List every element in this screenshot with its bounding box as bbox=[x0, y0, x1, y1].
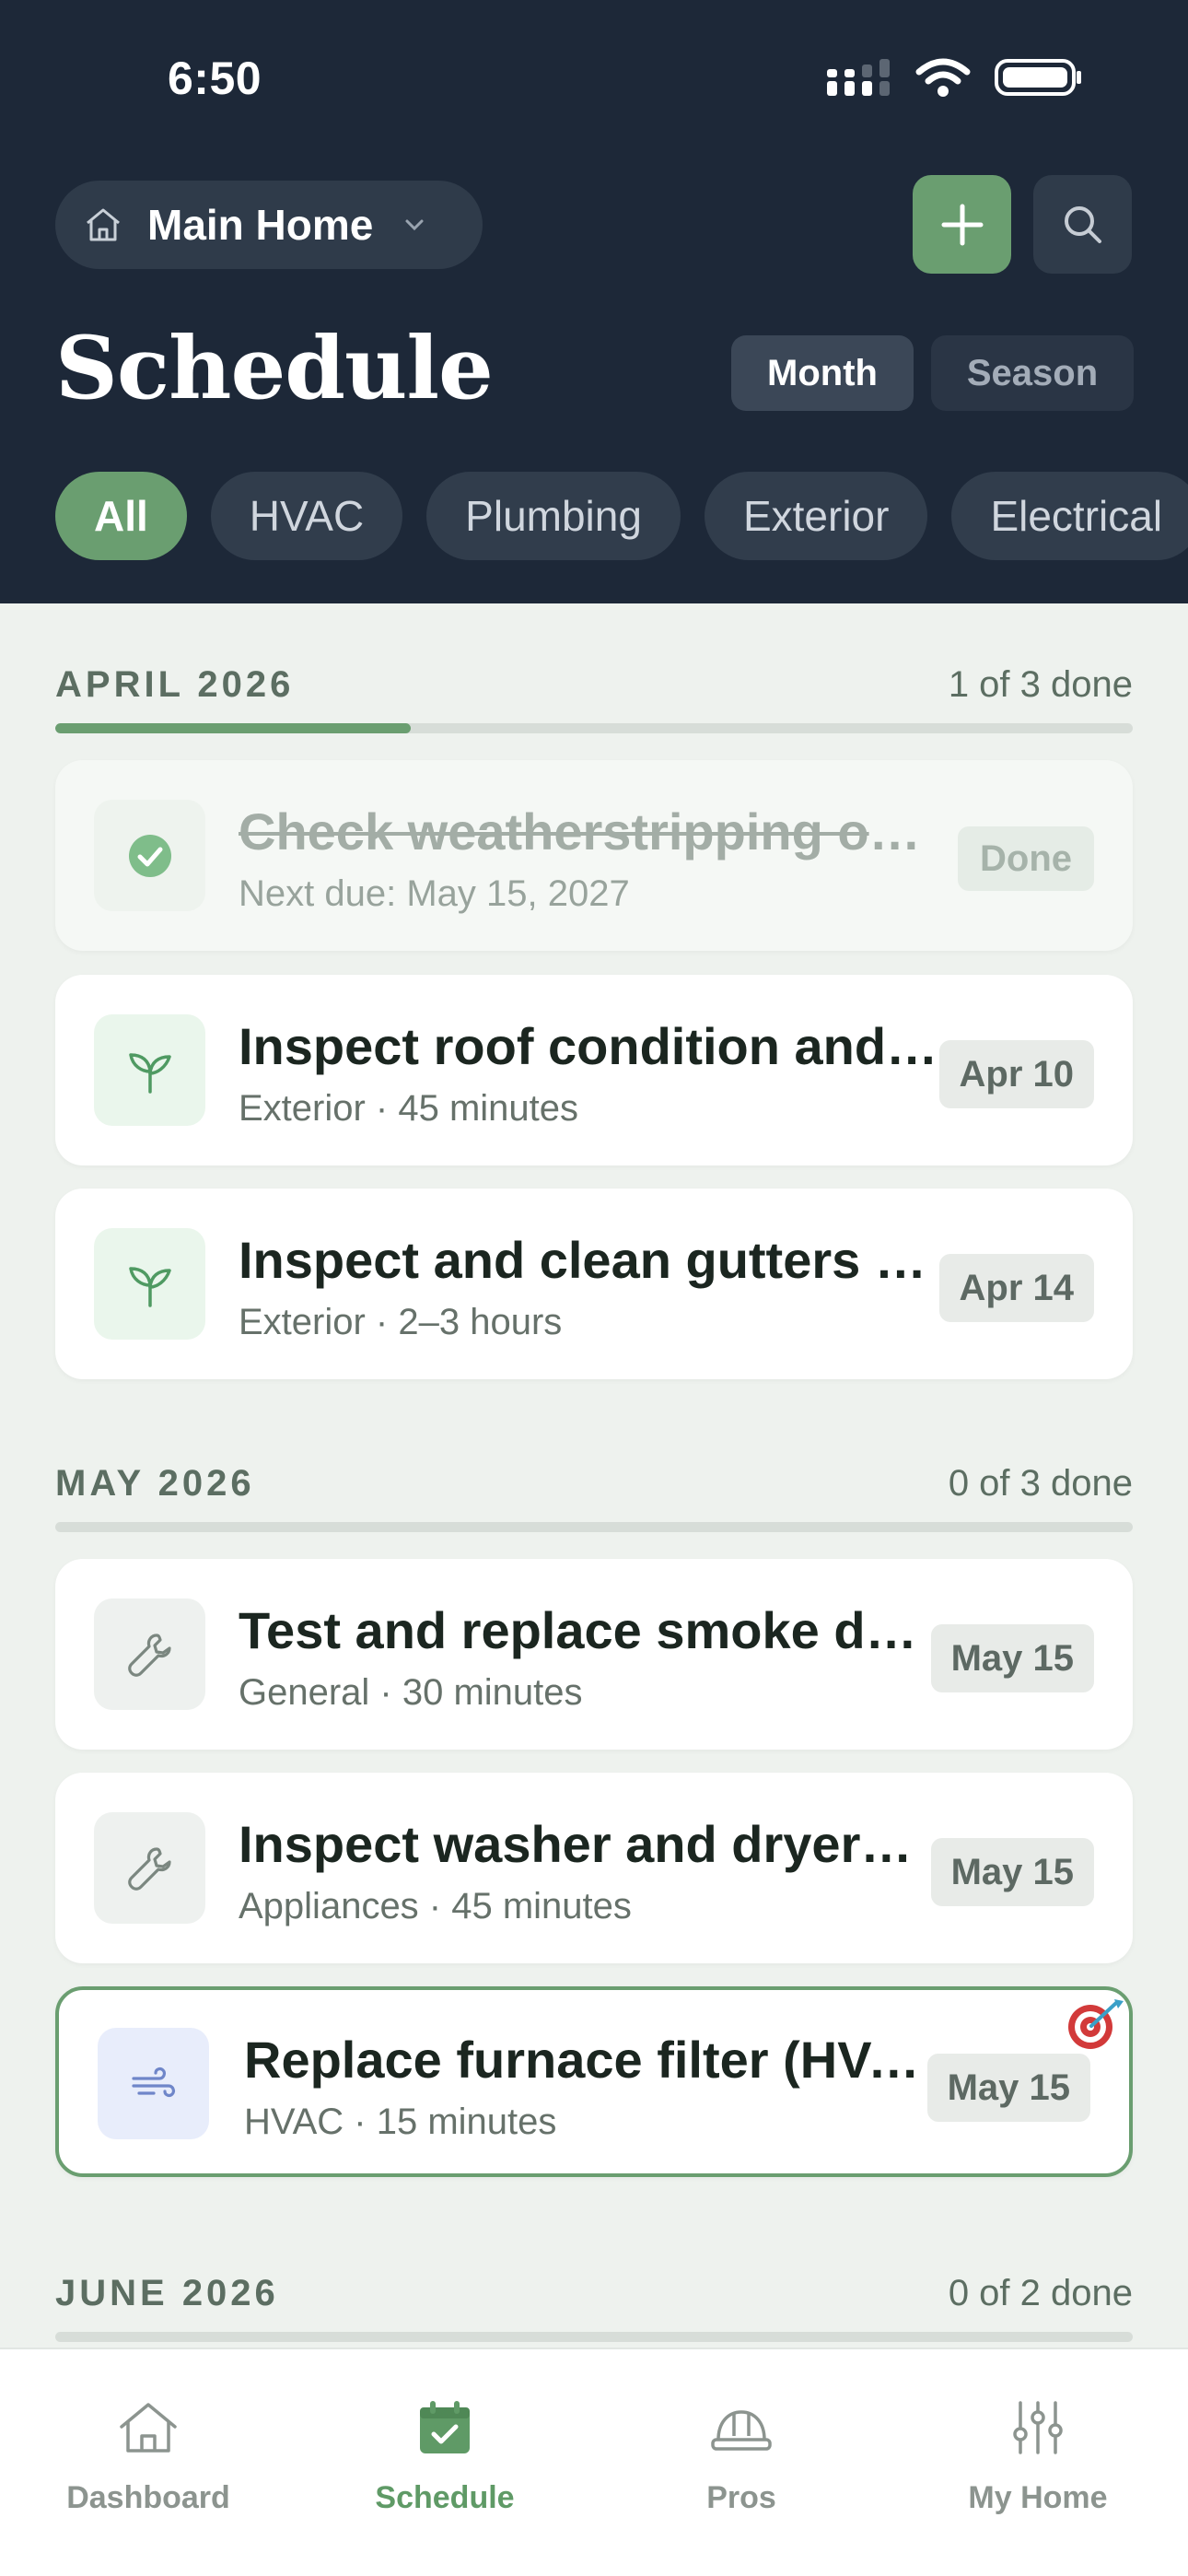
toggle-season[interactable]: Season bbox=[931, 335, 1134, 411]
section-progress-bar bbox=[55, 2332, 1133, 2342]
task-meta: Exterior · 45 minutes bbox=[239, 1088, 579, 1129]
app-header: 6:50 Main Home Schedule Month Season All… bbox=[0, 0, 1188, 603]
toggle-month[interactable]: Month bbox=[731, 335, 914, 411]
section-month-label: MAY 2026 bbox=[55, 1462, 255, 1504]
task-card[interactable]: Inspect roof condition and flashing Exte… bbox=[55, 975, 1133, 1165]
hard-hat-icon bbox=[711, 2410, 772, 2451]
task-category-tile bbox=[94, 1228, 205, 1340]
task-title: Replace furnace filter (HVAC) bbox=[244, 2031, 926, 2089]
search-icon bbox=[1064, 205, 1101, 243]
due-date-badge: May 15 bbox=[926, 2054, 1090, 2122]
task-category-tile bbox=[94, 800, 205, 911]
home-picker-label: Main Home bbox=[147, 201, 374, 249]
tab-label: Schedule bbox=[375, 2480, 515, 2515]
search-button[interactable] bbox=[1033, 175, 1132, 274]
task-title: Inspect washer and dryer hoses bbox=[239, 1815, 920, 1873]
tab-label: Dashboard bbox=[66, 2480, 230, 2515]
task-card[interactable]: Inspect washer and dryer hoses Appliance… bbox=[55, 1773, 1133, 1963]
month-section-april: APRIL 2026 1 of 3 done bbox=[55, 657, 1133, 733]
section-month-label: JUNE 2026 bbox=[55, 2272, 279, 2313]
task-title: Inspect roof condition and flashing bbox=[239, 1017, 938, 1075]
task-card[interactable]: Check weatherstripping on doors and wind… bbox=[55, 760, 1133, 951]
category-filter-chips: All HVAC Plumbing Exterior Electrical bbox=[55, 472, 1188, 560]
target-icon bbox=[1068, 1999, 1124, 2049]
month-section-june: JUNE 2026 0 of 2 done bbox=[55, 2266, 1133, 2342]
task-card[interactable]: Inspect and clean gutters and downspouts… bbox=[55, 1188, 1133, 1379]
section-done-count: 0 of 3 done bbox=[948, 1462, 1133, 1504]
wrench-icon bbox=[127, 1846, 171, 1891]
check-circle-icon bbox=[128, 834, 171, 877]
tab-my-home[interactable]: My Home bbox=[890, 2399, 1186, 2516]
section-done-count: 1 of 3 done bbox=[948, 663, 1133, 705]
filter-chip-all[interactable]: All bbox=[55, 472, 187, 560]
wrench-icon bbox=[127, 1633, 171, 1677]
schedule-list[interactable]: APRIL 2026 1 of 3 done Check weatherstri… bbox=[0, 603, 1188, 2348]
section-progress-fill bbox=[55, 723, 412, 733]
tab-schedule[interactable]: Schedule bbox=[297, 2399, 593, 2516]
due-date-badge: May 15 bbox=[930, 1624, 1094, 1692]
wind-icon bbox=[131, 2067, 175, 2097]
status-icons bbox=[827, 57, 1083, 98]
task-title: Check weatherstripping on doors and wind… bbox=[239, 802, 938, 861]
task-meta: Exterior · 2–3 hours bbox=[239, 1302, 563, 1342]
add-task-button[interactable] bbox=[913, 175, 1011, 274]
home-picker[interactable]: Main Home bbox=[55, 181, 483, 269]
house-icon bbox=[120, 2403, 177, 2453]
chevron-down-icon bbox=[405, 219, 424, 231]
tab-pros[interactable]: Pros bbox=[593, 2399, 890, 2516]
filter-chip-exterior[interactable]: Exterior bbox=[704, 472, 928, 560]
sliders-icon bbox=[1013, 2401, 1063, 2454]
section-done-count: 0 of 2 done bbox=[948, 2272, 1133, 2313]
section-progress-bar bbox=[55, 723, 1133, 733]
tab-label: Pros bbox=[706, 2480, 776, 2515]
due-date-badge: May 15 bbox=[930, 1838, 1094, 1906]
tab-label: My Home bbox=[968, 2480, 1108, 2515]
status-time: 6:50 bbox=[168, 53, 262, 104]
page-title: Schedule bbox=[55, 318, 494, 419]
filter-chip-electrical[interactable]: Electrical bbox=[951, 472, 1188, 560]
month-section-may: MAY 2026 0 of 3 done bbox=[55, 1456, 1133, 1532]
calendar-check-icon bbox=[420, 2401, 470, 2453]
battery-icon bbox=[995, 59, 1081, 96]
house-icon bbox=[87, 208, 120, 241]
cellular-signal-icon bbox=[827, 59, 890, 96]
plus-icon bbox=[941, 204, 983, 245]
task-meta: Next due: May 15, 2027 bbox=[239, 873, 630, 914]
task-category-tile bbox=[98, 2028, 209, 2139]
wifi-icon bbox=[915, 58, 971, 97]
filter-chip-plumbing[interactable]: Plumbing bbox=[426, 472, 681, 560]
task-category-tile bbox=[94, 1014, 205, 1126]
task-meta: Appliances · 45 minutes bbox=[239, 1886, 632, 1926]
bottom-tab-bar: Dashboard Schedule Pros My Home bbox=[0, 2348, 1188, 2576]
task-category-tile bbox=[94, 1598, 205, 1710]
section-month-label: APRIL 2026 bbox=[55, 663, 295, 705]
leaf-icon bbox=[128, 1052, 171, 1094]
task-meta: HVAC · 15 minutes bbox=[244, 2102, 557, 2142]
section-progress-bar bbox=[55, 1522, 1133, 1532]
tab-dashboard[interactable]: Dashboard bbox=[0, 2399, 297, 2516]
due-date-badge: Apr 10 bbox=[938, 1040, 1094, 1108]
task-title: Inspect and clean gutters and downspouts bbox=[239, 1231, 938, 1289]
filter-chip-hvac[interactable]: HVAC bbox=[210, 472, 403, 560]
task-category-tile bbox=[94, 1812, 205, 1924]
due-date-badge: Apr 14 bbox=[938, 1254, 1094, 1322]
task-card-highlighted[interactable]: Replace furnace filter (HVAC) HVAC · 15 … bbox=[55, 1986, 1133, 2177]
leaf-icon bbox=[128, 1266, 171, 1307]
task-card[interactable]: Test and replace smoke detector batterie… bbox=[55, 1559, 1133, 1750]
task-meta: General · 30 minutes bbox=[239, 1672, 583, 1713]
task-title: Test and replace smoke detector batterie… bbox=[239, 1601, 929, 1659]
done-badge: Done bbox=[958, 826, 1094, 891]
